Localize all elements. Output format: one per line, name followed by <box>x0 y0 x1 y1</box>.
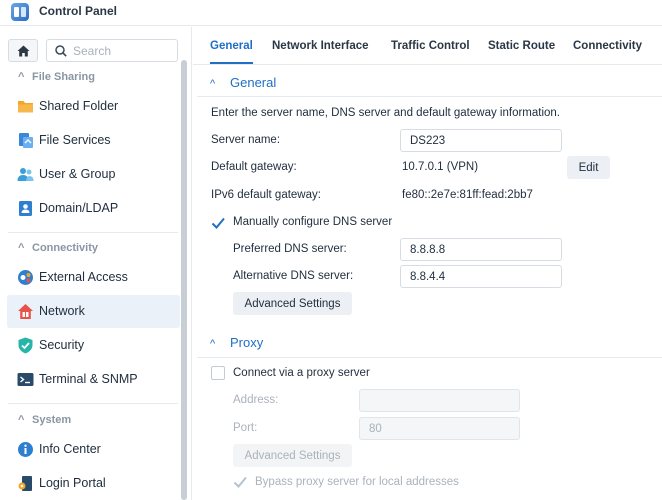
proxy-port-input[interactable] <box>359 417 520 440</box>
sidebar-item-info-center[interactable]: Info Center <box>7 433 180 466</box>
sidebar-item-label: Info Center <box>39 442 101 456</box>
ipv6-gateway-label: IPv6 default gateway: <box>211 189 321 201</box>
sidebar-item-file-services[interactable]: File Services <box>7 124 180 157</box>
section-title: Proxy <box>230 335 264 350</box>
sidebar-item-label: Domain/LDAP <box>39 201 119 215</box>
preferred-dns-label: Preferred DNS server: <box>233 243 347 255</box>
tab-connectivity[interactable]: Connectivity <box>573 40 642 52</box>
sidebar-item-external-access[interactable]: External Access <box>7 261 180 294</box>
search-input[interactable] <box>73 43 173 59</box>
manual-dns-checkbox[interactable] <box>211 216 225 230</box>
chevron-up-icon: ^ <box>18 71 25 83</box>
general-description: Enter the server name, DNS server and de… <box>211 107 561 119</box>
chevron-up-icon: ^ <box>210 338 216 350</box>
alternative-dns-input[interactable] <box>400 265 562 288</box>
sidebar-item-label: Network <box>39 304 85 318</box>
section-title: General <box>230 75 277 90</box>
control-panel-icon <box>11 3 29 21</box>
tab-network-interface[interactable]: Network Interface <box>272 40 369 52</box>
alternative-dns-label: Alternative DNS server: <box>233 270 354 282</box>
section-general-header[interactable]: ^ General <box>210 75 276 90</box>
active-tab-indicator <box>210 62 253 64</box>
general-panel: ^ General Enter the server name, DNS serv… <box>193 66 662 500</box>
preferred-dns-input[interactable] <box>400 238 562 261</box>
chevron-up-icon: ^ <box>18 242 25 254</box>
tab-general[interactable]: General <box>210 40 253 52</box>
ipv6-gateway-value: fe80::2e7e:81ff:fead:2bb7 <box>402 189 533 201</box>
login-portal-icon <box>18 476 32 491</box>
sidebar: ^ File Sharing Shared Folder File Service… <box>0 27 192 500</box>
external-access-icon <box>18 270 33 285</box>
dns-advanced-settings-button[interactable]: Advanced Settings <box>233 292 352 315</box>
sidebar-item-label: User & Group <box>39 167 116 181</box>
server-name-input[interactable] <box>400 129 562 152</box>
group-file-sharing[interactable]: ^ File Sharing <box>18 71 95 85</box>
group-system[interactable]: ^ System <box>18 414 71 428</box>
divider <box>8 403 178 404</box>
tab-static-route[interactable]: Static Route <box>488 40 555 52</box>
proxy-advanced-settings-button[interactable]: Advanced Settings <box>233 444 352 467</box>
info-icon <box>18 442 33 457</box>
connect-proxy-checkbox[interactable] <box>211 366 225 380</box>
users-icon <box>17 168 34 181</box>
divider <box>197 357 662 358</box>
sidebar-item-terminal-snmp[interactable]: Terminal & SNMP <box>7 363 180 396</box>
sidebar-item-security[interactable]: Security <box>7 329 180 362</box>
domain-icon <box>19 201 32 216</box>
title-bar: Control Panel <box>0 0 662 26</box>
chevron-up-icon: ^ <box>210 78 216 90</box>
terminal-icon <box>17 373 34 386</box>
shield-icon <box>18 337 33 354</box>
checkmark-icon <box>233 476 247 488</box>
sidebar-item-shared-folder[interactable]: Shared Folder <box>7 90 180 123</box>
tab-traffic-control[interactable]: Traffic Control <box>391 40 470 52</box>
window-title: Control Panel <box>39 4 118 18</box>
search-box <box>46 39 178 62</box>
sidebar-item-label: Security <box>39 338 85 352</box>
server-name-label: Server name: <box>211 134 281 146</box>
bypass-proxy-label: Bypass proxy server for local addresses <box>255 476 459 488</box>
proxy-address-input[interactable] <box>359 389 520 412</box>
edit-gateway-button[interactable]: Edit <box>567 156 610 179</box>
default-gateway-value: 10.7.0.1 (VPN) <box>402 161 479 173</box>
bypass-proxy-checkbox[interactable] <box>233 475 247 489</box>
group-connectivity[interactable]: ^ Connectivity <box>18 242 98 256</box>
sidebar-item-login-portal[interactable]: Login Portal <box>7 467 180 500</box>
sidebar-item-label: Login Portal <box>39 476 106 490</box>
divider <box>197 96 662 97</box>
home-icon <box>17 45 30 57</box>
checkmark-icon <box>211 217 225 229</box>
network-icon <box>18 304 33 319</box>
search-icon <box>55 45 67 57</box>
group-label: System <box>32 414 72 426</box>
manual-dns-label: Manually configure DNS server <box>233 216 393 228</box>
divider <box>8 232 178 233</box>
file-services-icon <box>19 133 33 148</box>
tab-bar: General Network Interface Traffic Contro… <box>193 27 662 65</box>
folder-icon <box>18 101 33 113</box>
sidebar-item-domain-ldap[interactable]: Domain/LDAP <box>7 192 180 225</box>
sidebar-item-label: External Access <box>39 270 128 284</box>
proxy-address-label: Address: <box>233 394 279 406</box>
default-gateway-label: Default gateway: <box>211 161 297 173</box>
sidebar-item-label: File Services <box>39 133 111 147</box>
sidebar-item-label: Shared Folder <box>39 99 119 113</box>
section-proxy-header[interactable]: ^ Proxy <box>210 335 263 350</box>
sidebar-item-label: Terminal & SNMP <box>39 372 138 386</box>
sidebar-item-user-group[interactable]: User & Group <box>7 158 180 191</box>
group-label: File Sharing <box>32 71 95 83</box>
sidebar-scrollbar[interactable] <box>181 60 187 500</box>
sidebar-item-network[interactable]: Network <box>7 295 180 328</box>
chevron-up-icon: ^ <box>18 414 25 426</box>
group-label: Connectivity <box>32 242 99 254</box>
connect-proxy-label: Connect via a proxy server <box>233 367 370 379</box>
proxy-port-label: Port: <box>233 422 258 434</box>
home-button[interactable] <box>8 39 38 62</box>
